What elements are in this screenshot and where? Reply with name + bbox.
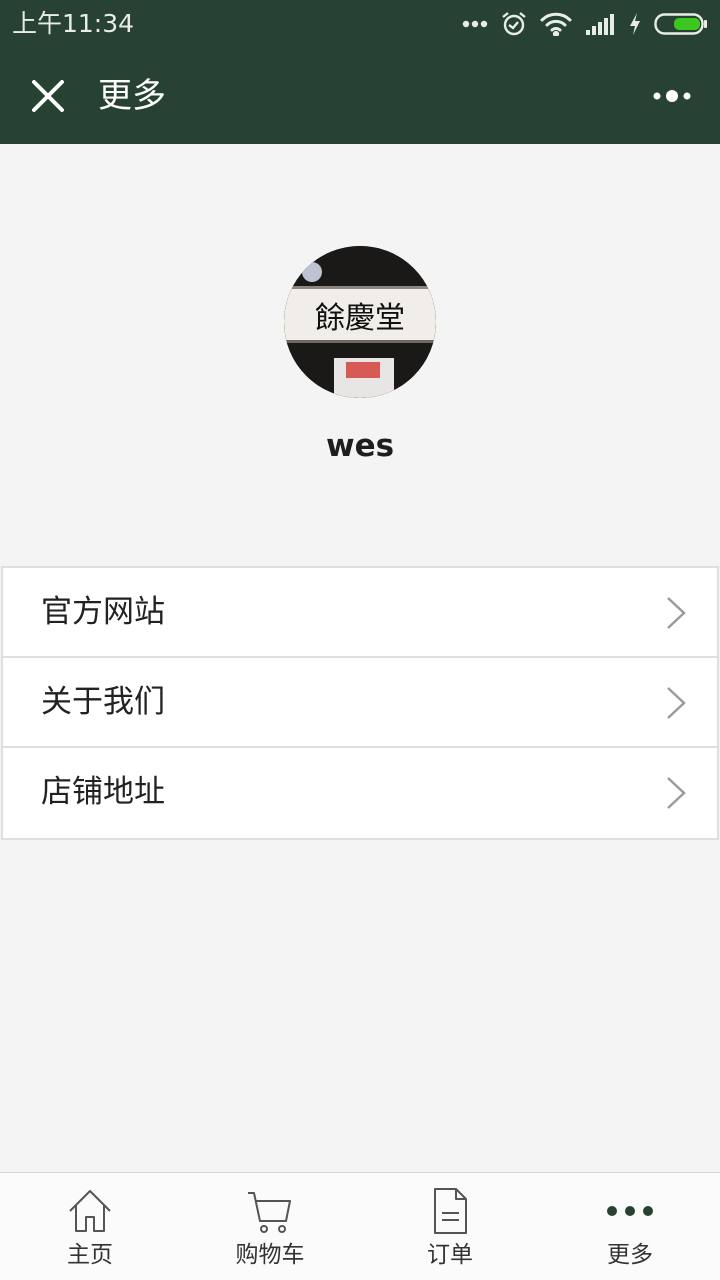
- status-icons: [462, 0, 708, 48]
- more-dots-icon: [607, 1206, 653, 1216]
- tab-label: 更多: [607, 1242, 653, 1268]
- menu-item-label: 店铺地址: [41, 774, 165, 810]
- status-time: 上午11:34: [12, 9, 135, 38]
- tab-label: 订单: [427, 1242, 473, 1268]
- menu-item-about-us[interactable]: 关于我们: [3, 658, 717, 748]
- profile-section: 餘慶堂 wes: [0, 144, 720, 566]
- chevron-right-icon: [667, 687, 686, 719]
- menu-item-official-website[interactable]: 官方网站: [3, 568, 717, 658]
- tab-label: 购物车: [235, 1242, 305, 1268]
- wifi-icon: [540, 12, 572, 36]
- menu-list: 官方网站 关于我们 店铺地址: [1, 566, 719, 840]
- more-dots-icon: [462, 20, 488, 28]
- signal-icon: [584, 12, 616, 36]
- avatar[interactable]: 餘慶堂: [284, 246, 436, 398]
- chevron-right-icon: [667, 777, 686, 809]
- more-menu-icon: [653, 90, 691, 102]
- status-bar: 上午11:34: [0, 0, 720, 48]
- alarm-icon: [500, 10, 528, 38]
- battery-icon: [654, 12, 708, 36]
- tab-home[interactable]: 主页: [0, 1173, 180, 1280]
- tab-bar: 主页 购物车 订单 更多: [0, 1172, 720, 1280]
- close-button[interactable]: [28, 76, 68, 116]
- menu-item-store-address[interactable]: 店铺地址: [3, 748, 717, 838]
- more-menu-button[interactable]: [648, 78, 696, 114]
- title-bar: 更多: [0, 48, 720, 144]
- tab-more[interactable]: 更多: [540, 1173, 720, 1280]
- menu-item-label: 官方网站: [41, 594, 165, 630]
- cart-icon: [248, 1192, 291, 1233]
- tab-orders[interactable]: 订单: [360, 1173, 540, 1280]
- charging-icon: [628, 12, 642, 36]
- page-title: 更多: [98, 76, 166, 116]
- home-icon: [69, 1190, 111, 1232]
- menu-item-label: 关于我们: [41, 684, 165, 720]
- close-icon: [32, 80, 64, 112]
- chevron-right-icon: [667, 597, 686, 629]
- username: wes: [325, 428, 395, 464]
- avatar-sign-text: 餘慶堂: [315, 301, 405, 336]
- document-icon: [434, 1188, 467, 1234]
- tab-label: 主页: [67, 1242, 113, 1268]
- tab-cart[interactable]: 购物车: [180, 1173, 360, 1280]
